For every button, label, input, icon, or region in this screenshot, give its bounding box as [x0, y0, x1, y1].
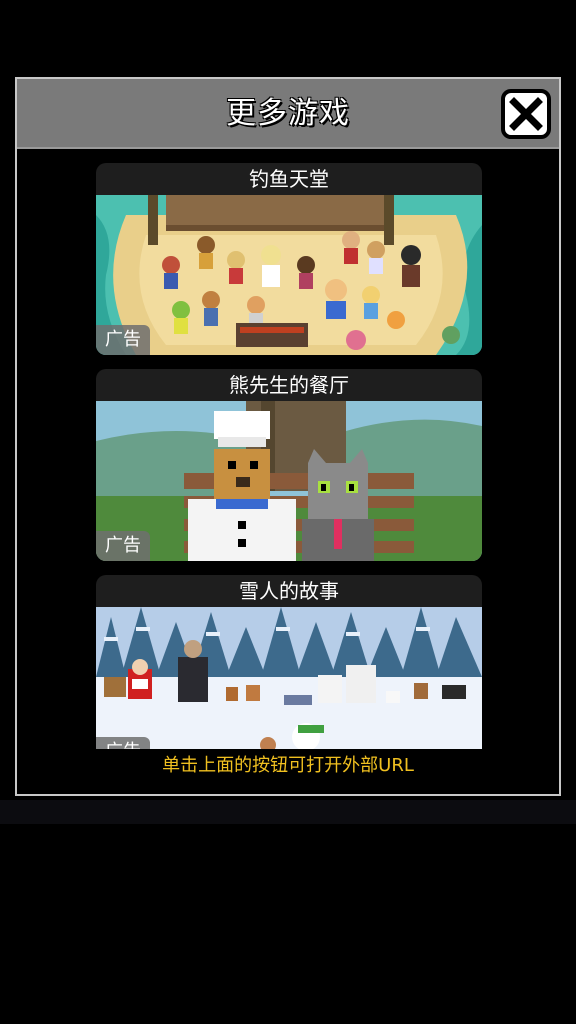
- game-title: 钓鱼天堂: [249, 167, 329, 191]
- close-button[interactable]: [501, 89, 551, 139]
- dialog-title: 更多游戏: [226, 96, 350, 131]
- game-banner-fishing: [96, 195, 482, 355]
- game-card-snowman-story[interactable]: 雪人的故事: [96, 575, 482, 749]
- game-list[interactable]: 钓鱼天堂 广告 熊先生的餐厅 广告 雪人的故事: [96, 163, 482, 749]
- game-banner-bear-restaurant: [96, 401, 482, 561]
- game-title: 熊先生的餐厅: [229, 373, 349, 397]
- background-strip: [0, 800, 576, 824]
- ad-badge: 广告: [96, 325, 150, 355]
- game-card-fishing[interactable]: 钓鱼天堂 广告: [96, 163, 482, 355]
- game-banner-snowman-story: [96, 607, 482, 749]
- ad-badge: 广告: [96, 531, 150, 561]
- game-card-bear-restaurant[interactable]: 熊先生的餐厅 广告: [96, 369, 482, 561]
- external-url-hint: 单击上面的按钮可打开外部URL: [162, 755, 414, 776]
- close-x-icon: [509, 97, 543, 131]
- game-title: 雪人的故事: [239, 579, 339, 603]
- dialog-header: 更多游戏: [17, 79, 559, 149]
- ad-badge: 广告: [96, 737, 150, 749]
- more-games-dialog: 更多游戏 钓鱼天堂 广告 熊先生的餐厅 广告 雪人的故事 单击上面的按钮可打开外…: [15, 77, 561, 796]
